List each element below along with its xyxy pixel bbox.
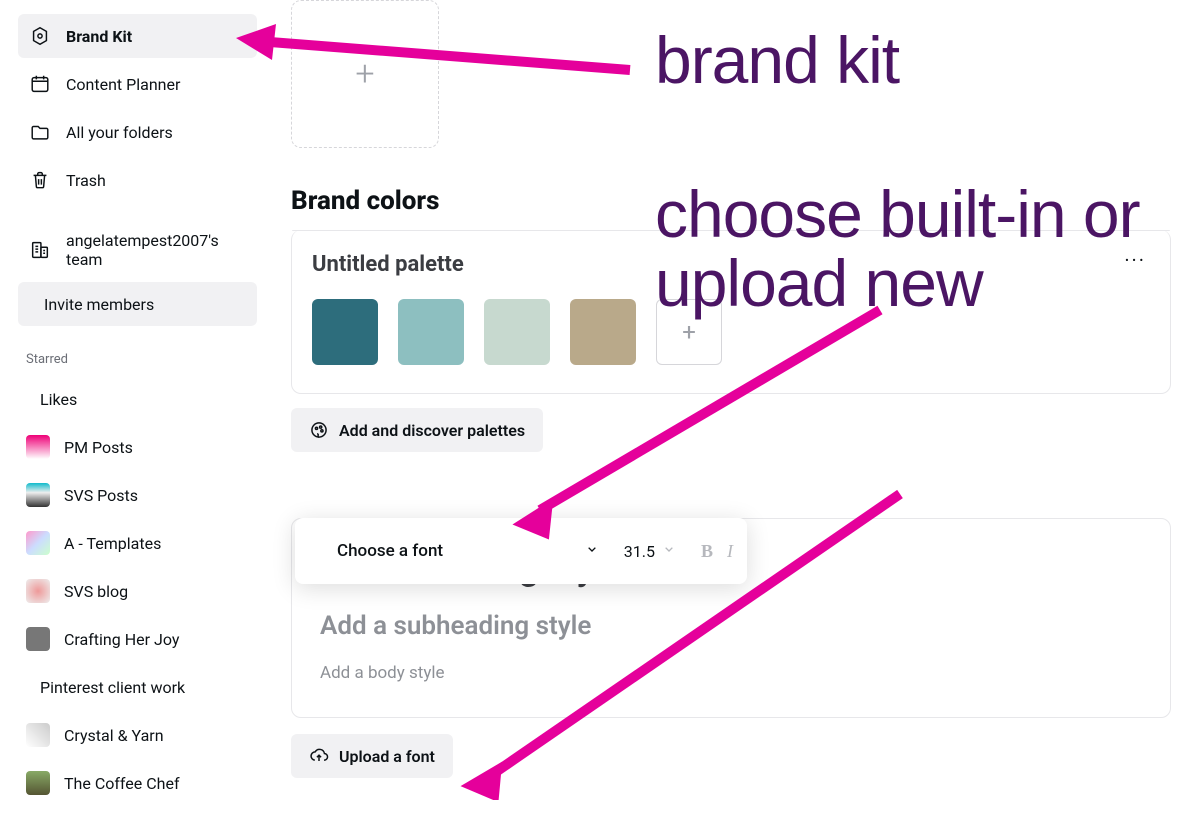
upload-icon [309, 746, 329, 766]
starred-label: Crystal & Yarn [64, 726, 164, 745]
team-label: angelatempest2007's team [66, 231, 247, 269]
starred-label: SVS blog [64, 582, 128, 601]
invite-members-button[interactable]: Invite members [18, 282, 257, 326]
folder-thumb [26, 483, 50, 507]
starred-label: A - Templates [64, 534, 161, 553]
starred-item-crafting-her-joy[interactable]: Crafting Her Joy [18, 617, 257, 661]
starred-item-pm-posts[interactable]: PM Posts [18, 425, 257, 469]
folder-thumb [26, 723, 50, 747]
chevron-down-icon[interactable] [661, 541, 677, 561]
starred-label: Likes [40, 390, 77, 409]
starred-item-coffee-chef[interactable]: The Coffee Chef [18, 761, 257, 805]
plus-icon: + [355, 57, 374, 91]
upload-font-label: Upload a font [339, 747, 435, 766]
chevron-down-icon[interactable] [584, 541, 600, 561]
starred-item-likes[interactable]: Likes [18, 377, 257, 421]
font-size-input[interactable]: 31.5 [624, 542, 655, 561]
brand-colors-title: Brand colors [291, 186, 1192, 216]
sidebar-item-label: All your folders [66, 123, 173, 142]
discover-label: Add and discover palettes [339, 421, 525, 440]
color-swatch-3[interactable] [484, 299, 550, 365]
brand-kit-icon [28, 24, 52, 48]
discover-palettes-button[interactable]: Add and discover palettes [291, 408, 543, 452]
folder-thumb [26, 435, 50, 459]
sidebar-item-all-folders[interactable]: All your folders [18, 110, 257, 154]
add-logo-card[interactable]: + [291, 0, 439, 148]
main-content: + Brand colors ··· Untitled palette + Ad… [275, 0, 1200, 820]
starred-label: Pinterest client work [40, 678, 185, 697]
color-swatch-2[interactable] [398, 299, 464, 365]
swatch-row: + [312, 299, 1150, 365]
calendar-icon [28, 72, 52, 96]
palette-card: ··· Untitled palette + [291, 230, 1171, 394]
starred-label: PM Posts [64, 438, 133, 457]
font-dropdown[interactable]: Choose a font [337, 541, 443, 561]
palette-name[interactable]: Untitled palette [312, 252, 1150, 277]
sidebar-item-brand-kit[interactable]: Brand Kit [18, 14, 257, 58]
starred-item-pinterest-client-work[interactable]: Pinterest client work [18, 665, 257, 709]
sidebar-item-trash[interactable]: Trash [18, 158, 257, 202]
sidebar: Brand Kit Content Planner All your folde… [0, 0, 275, 820]
color-swatch-4[interactable] [570, 299, 636, 365]
starred-heading: Starred [26, 352, 257, 367]
trash-icon [28, 168, 52, 192]
invite-label: Invite members [44, 295, 154, 314]
folder-thumb [26, 771, 50, 795]
add-subheading-style[interactable]: Add a subheading style [320, 611, 1142, 641]
sidebar-item-label: Trash [66, 171, 106, 190]
palette-icon [309, 420, 329, 440]
sidebar-item-label: Brand Kit [66, 27, 132, 46]
sidebar-item-content-planner[interactable]: Content Planner [18, 62, 257, 106]
add-body-style[interactable]: Add a body style [320, 663, 1142, 683]
folder-thumb [26, 531, 50, 555]
palette-more-icon[interactable]: ··· [1124, 248, 1146, 272]
sidebar-item-label: Content Planner [66, 75, 180, 94]
building-icon [28, 238, 52, 262]
folder-thumb [26, 579, 50, 603]
starred-label: The Coffee Chef [64, 774, 180, 793]
font-picker-panel: Choose a font 31.5 B I [295, 518, 747, 584]
sidebar-item-team[interactable]: angelatempest2007's team [18, 228, 257, 272]
starred-label: SVS Posts [64, 486, 138, 505]
italic-button[interactable]: I [727, 541, 733, 562]
bold-button[interactable]: B [701, 541, 713, 562]
starred-item-a-templates[interactable]: A - Templates [18, 521, 257, 565]
starred-item-crystal-yarn[interactable]: Crystal & Yarn [18, 713, 257, 757]
starred-item-svs-blog[interactable]: SVS blog [18, 569, 257, 613]
folder-thumb [26, 627, 50, 651]
starred-item-svs-posts[interactable]: SVS Posts [18, 473, 257, 517]
upload-font-button[interactable]: Upload a font [291, 734, 453, 778]
folder-icon [28, 120, 52, 144]
color-swatch-1[interactable] [312, 299, 378, 365]
starred-label: Crafting Her Joy [64, 630, 179, 649]
add-color-button[interactable]: + [656, 299, 722, 365]
